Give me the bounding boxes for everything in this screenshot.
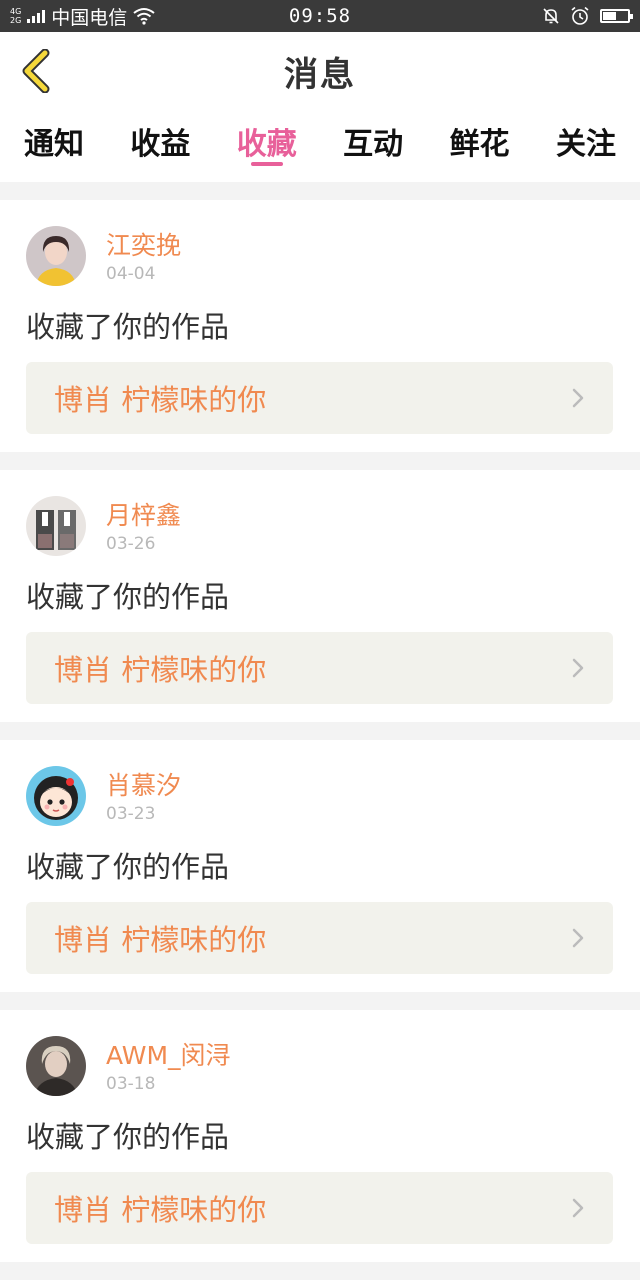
author-name[interactable]: 月梓鑫 <box>106 496 181 532</box>
work-link[interactable]: 博肖 柠檬味的你 <box>26 902 613 974</box>
author-name[interactable]: AWM_闵浔 <box>106 1036 231 1072</box>
action-text: 收藏了你的作品 <box>26 1120 230 1154</box>
network-top-label: 4G <box>10 7 22 16</box>
network-type: 4G 2G <box>10 7 21 25</box>
work-title: 博肖 柠檬味的你 <box>54 923 267 957</box>
message-card: 肖慕汐 03-23 收藏了你的作品博肖 柠檬味的你 <box>0 740 640 992</box>
chevron-right-icon <box>572 388 584 408</box>
alarm-icon <box>571 6 589 25</box>
back-button[interactable] <box>14 46 58 96</box>
tab-label: 收益 <box>130 127 191 162</box>
message-date: 03-23 <box>106 804 156 824</box>
message-card: AWM_闵浔 03-18 收藏了你的作品博肖 柠檬味的你 <box>0 1010 640 1262</box>
chevron-right-icon <box>572 928 584 948</box>
tab-0[interactable]: 通知 <box>24 110 84 172</box>
author-name[interactable]: 江奕挽 <box>106 226 181 262</box>
status-left: 4G 2G 中国电信 <box>10 3 155 30</box>
tab-5[interactable]: 关注 <box>556 110 616 172</box>
action-text: 收藏了你的作品 <box>26 580 230 614</box>
tab-label: 收藏 <box>236 127 297 162</box>
tab-label: 鲜花 <box>449 127 510 162</box>
message-date: 03-26 <box>106 534 156 554</box>
message-list: 江奕挽 04-04 收藏了你的作品 博肖 柠檬味的你 月梓鑫 03-26 收藏了你的作品 博肖… <box>0 200 640 1280</box>
tab-1[interactable]: 收益 <box>130 110 190 172</box>
message-card: 月梓鑫 03-26 收藏了你的作品博肖 柠檬味的你 <box>0 470 640 722</box>
carrier-label: 中国电信 <box>51 6 128 29</box>
page-title: 消息 <box>284 54 356 95</box>
action-text: 收藏了你的作品 <box>26 310 230 344</box>
avatar[interactable] <box>26 496 86 556</box>
message-tabs: 通知 收益 收藏 互动 鲜花 关注 <box>0 110 640 182</box>
work-title: 博肖 柠檬味的你 <box>54 1193 267 1227</box>
work-title: 博肖 柠檬味的你 <box>54 383 267 417</box>
avatar[interactable] <box>26 226 86 286</box>
work-title: 博肖 柠檬味的你 <box>54 653 267 687</box>
tab-3[interactable]: 互动 <box>343 110 403 172</box>
tab-4[interactable]: 鲜花 <box>450 110 510 172</box>
nav-bar: 消息 <box>0 32 640 111</box>
chevron-right-icon <box>572 1198 584 1218</box>
mute-icon <box>543 8 559 24</box>
tab-label: 关注 <box>555 127 616 162</box>
tab-2[interactable]: 收藏 <box>237 110 297 172</box>
tab-label: 互动 <box>343 127 404 162</box>
work-link[interactable]: 博肖 柠檬味的你 <box>26 632 613 704</box>
chevron-left-icon <box>22 49 50 93</box>
tab-label: 通知 <box>24 127 84 162</box>
battery-icon <box>600 9 633 23</box>
signal-icon <box>27 9 46 23</box>
work-link[interactable]: 博肖 柠檬味的你 <box>26 1172 613 1244</box>
author-name[interactable]: 肖慕汐 <box>106 766 181 802</box>
chevron-right-icon <box>572 658 584 678</box>
network-bottom-label: 2G <box>10 16 22 25</box>
avatar[interactable] <box>26 1036 86 1096</box>
tab-active-indicator <box>250 162 283 166</box>
message-date: 04-04 <box>106 264 156 284</box>
action-text: 收藏了你的作品 <box>26 850 230 884</box>
work-link[interactable]: 博肖 柠檬味的你 <box>26 362 613 434</box>
wifi-icon <box>133 8 155 25</box>
message-card: 江奕挽 04-04 收藏了你的作品博肖 柠檬味的你 <box>0 200 640 452</box>
avatar[interactable] <box>26 766 86 826</box>
status-right <box>542 6 633 26</box>
message-date: 03-18 <box>106 1074 156 1094</box>
status-bar: 4G 2G 中国电信 09:58 <box>0 0 640 32</box>
